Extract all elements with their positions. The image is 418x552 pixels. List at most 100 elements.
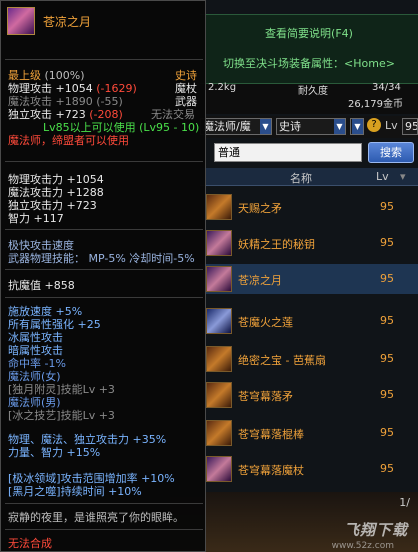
filter-row: 魔法师/魔 ▼ 史诗 ▼ ? Lv ▼ 95 [200,116,418,138]
weapon-type-label: 魔杖 [175,82,197,95]
class-requirement: 魔法师，缔盟者可以使用 [8,134,129,147]
bonus-line: 魔法师(女) [8,370,61,383]
divider [5,59,203,60]
magic-resist-label: 抗魔值 [8,279,41,292]
page-indicator[interactable]: 1/ [399,496,410,509]
list-item[interactable]: 苍穹幕落矛 95 [200,380,418,410]
column-sort-icon[interactable]: ▾ [400,170,406,183]
bonus-line: 命中率 -1% [8,357,66,370]
stat-line: 独立攻击力 +723 [8,199,97,212]
info-header: 查看简要说明(F4) 切换至决斗场装备属性：<Home> [200,14,418,84]
item-level: 95 [380,352,394,365]
ind-atk-row: 独立攻击 +723 (-208) [8,108,123,121]
list-column-header: 名称 Lv ▾ [200,168,418,186]
item-name: 苍穹幕落矛 [238,390,293,403]
item-level: 95 [380,236,394,249]
mag-atk-diff: (-55) [96,95,123,108]
list-item[interactable]: 苍魔火之莲 95 [200,306,418,336]
list-item[interactable]: 绝密之宝 - 芭蕉扇 95 [200,344,418,374]
spear-icon [206,382,232,408]
bonus-line: [黑月之噬]持续时间 +10% [8,485,142,498]
column-lv-header[interactable]: Lv [376,170,389,183]
spear-icon [206,194,232,220]
duel-switch-hint[interactable]: 切换至决斗场装备属性：<Home> [200,55,418,71]
flavor-text: 寂静的夜里，是谁照亮了你的眼眸。 [8,511,184,524]
list-item[interactable]: 天赐之矛 95 [200,192,418,222]
bonus-line: 施放速度 +5% [8,305,83,318]
list-item[interactable]: 妖精之王的秘钥 95 [200,228,418,258]
column-name-header[interactable]: 名称 [290,170,312,186]
price-value: 26,179金币 [348,99,403,110]
category-label: 武器 [175,95,197,108]
divider [5,529,203,530]
staff-icon [206,266,232,292]
chevron-down-icon[interactable]: ▼ [260,119,271,134]
rarity-filter-value: 史诗 [279,120,301,133]
mag-atk-label: 魔法攻击 [8,95,52,108]
weight-value: 2.2kg [208,82,237,93]
bonus-line: 暗属性攻击 [8,344,63,357]
search-button[interactable]: 搜索 [368,142,414,163]
item-name: 苍魔火之莲 [238,316,293,329]
grade-label: 最上级 (100%) [8,69,85,82]
staff-icon [206,308,232,334]
search-input[interactable]: 普通 [214,143,362,162]
divider [5,161,203,162]
stat-line: 物理攻击力 +1054 [8,173,104,186]
rarity-extra-select[interactable]: ▼ [350,118,364,135]
tooltip-item-name: 苍凉之月 [43,15,92,29]
site-watermark-url: www.52z.com [331,541,394,551]
club-icon [206,420,232,446]
magic-resist-row: 抗魔值 +858 [8,279,75,292]
site-watermark: 飞翔下载 [343,521,408,539]
ind-atk-value: +723 [55,108,86,121]
bonus-line: [独月附灵]技能Lv +3 [8,383,115,396]
bonus-line: 魔法师(男) [8,396,61,409]
mag-atk-value: +1890 [55,95,93,108]
item-name: 苍穹幕落棍棒 [238,428,304,441]
bonus-line: [极冰领域]攻击范围增加率 +10% [8,472,175,485]
item-level: 95 [380,200,394,213]
search-row: 普通 搜索 [200,140,418,166]
item-level: 95 [380,388,394,401]
staff-icon [7,7,35,35]
durability-value: 34/34 [372,82,401,93]
divider [5,503,203,504]
phys-atk-row: 物理攻击 +1054 (-1629) [8,82,137,95]
no-fusion-label: 无法合成 [8,537,52,550]
grade-percent: (100%) [44,69,85,82]
attack-speed-line: 极快攻击速度 [8,239,74,252]
stat-line: 智力 +117 [8,212,64,225]
key-icon [206,230,232,256]
grade-value: 最上级 [8,69,41,82]
list-item[interactable]: 苍穹幕落魔杖 95 [200,454,418,484]
list-item[interactable]: 苍穹幕落棍棒 95 [200,418,418,448]
chevron-down-icon[interactable]: ▼ [352,119,363,134]
level-filter-label: Lv [385,119,398,132]
item-level: 95 [380,426,394,439]
item-list-panel: 查看简要说明(F4) 切换至决斗场装备属性：<Home> 2.2kg 耐久度 3… [200,0,418,552]
chevron-down-icon[interactable]: ▼ [334,119,345,134]
item-name: 苍凉之月 [238,274,282,287]
item-level: 95 [380,272,394,285]
level-requirement: Lv85以上可以使用 (Lv95 - 10) [43,121,200,134]
magic-resist-value: +858 [44,279,75,292]
weight-durability-price: 2.2kg 耐久度 34/34 26,179金币 [200,82,418,114]
item-name: 绝密之宝 - 芭蕉扇 [238,354,326,367]
help-hint[interactable]: 查看简要说明(F4) [200,25,418,41]
list-item-selected[interactable]: 苍凉之月 95 [200,264,418,294]
skill-mp-line: 武器物理技能： MP-5% 冷却时间-5% [8,252,195,265]
item-name: 苍穹幕落魔杖 [238,464,304,477]
bottom-scenery-bar: 1/ 飞翔下载 www.52z.com [170,492,418,552]
phys-atk-value: +1054 [55,82,93,95]
class-filter-value: 魔法师/魔 [203,120,251,133]
help-icon[interactable]: ? [367,118,381,132]
rarity-filter-select[interactable]: 史诗 ▼ [276,118,346,135]
level-filter-input[interactable]: 95 [402,118,418,135]
bonus-line: 所有属性强化 +25 [8,318,101,331]
ind-atk-diff: (-208) [89,108,123,121]
class-filter-select[interactable]: 魔法师/魔 ▼ [200,118,272,135]
divider [5,297,203,298]
wand-icon [206,456,232,482]
bonus-line: 冰属性攻击 [8,331,63,344]
